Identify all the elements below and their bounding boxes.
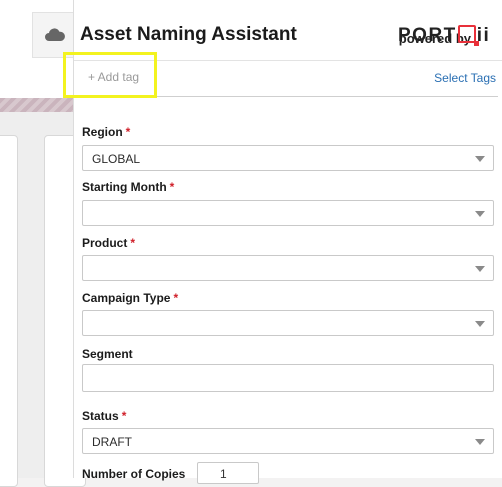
required-marker: * (121, 409, 127, 423)
campaign-type-label-text: Campaign Type (82, 291, 171, 305)
required-marker: * (169, 180, 175, 194)
chevron-down-icon (475, 211, 485, 217)
status-value: DRAFT (92, 435, 132, 449)
chevron-down-icon (475, 321, 485, 327)
copies-value: 1 (220, 467, 227, 481)
cloud-icon (45, 28, 65, 41)
region-value: GLOBAL (92, 152, 141, 166)
segment-input[interactable] (82, 364, 494, 392)
region-label: Region * (82, 125, 130, 139)
select-tags-link[interactable]: Select Tags (434, 71, 496, 85)
starting-month-label: Starting Month * (82, 180, 174, 194)
required-marker: * (125, 125, 131, 139)
portqii-logo: PORT ii (398, 25, 490, 47)
campaign-type-label: Campaign Type * (82, 291, 178, 305)
status-label-text: Status (82, 409, 119, 423)
logo-text: PORT (398, 25, 457, 46)
chevron-down-icon (475, 266, 485, 272)
product-select[interactable] (82, 255, 494, 281)
product-label: Product * (82, 236, 135, 250)
chevron-down-icon (475, 439, 485, 445)
background-card (0, 135, 18, 487)
highlight-box (63, 52, 157, 98)
background-banner (0, 98, 80, 112)
copies-input[interactable]: 1 (197, 462, 259, 484)
campaign-type-select[interactable] (82, 310, 494, 336)
required-marker: * (173, 291, 179, 305)
panel-title: Asset Naming Assistant (80, 24, 297, 45)
copies-label: Number of Copies (82, 467, 186, 481)
starting-month-label-text: Starting Month (82, 180, 167, 194)
logo-mark-icon (457, 25, 479, 46)
product-label-text: Product (82, 236, 128, 250)
starting-month-select[interactable] (82, 200, 494, 226)
status-select[interactable]: DRAFT (82, 428, 494, 454)
required-marker: * (130, 236, 136, 250)
status-label: Status * (82, 409, 126, 423)
region-label-text: Region (82, 125, 123, 139)
chevron-down-icon (475, 156, 485, 162)
logo-text: ii (476, 25, 491, 46)
region-select[interactable]: GLOBAL (82, 145, 494, 171)
segment-label: Segment (82, 347, 133, 361)
segment-label-text: Segment (82, 347, 133, 361)
